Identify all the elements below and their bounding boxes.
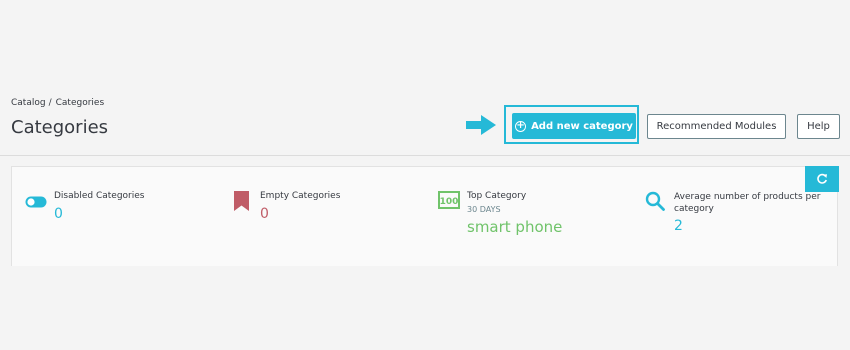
refresh-button[interactable] [805,166,839,192]
breadcrumb-item-categories: Categories [55,98,105,108]
recommended-modules-button[interactable]: Recommended Modules [647,114,786,139]
help-label: Help [807,121,830,132]
add-new-category-button[interactable]: + Add new category [512,113,636,139]
refresh-icon [817,173,827,184]
page-title: Categories [11,117,109,138]
kpi-disabled-label: Disabled Categories [54,191,145,201]
badge-100-icon: 100 [438,191,460,209]
help-button[interactable]: Help [797,114,840,139]
breadcrumb-separator: / [48,98,52,108]
page-header: Catalog / Categories Categories + Add new … [0,0,850,156]
kpi-empty-value: 0 [260,206,269,222]
recommended-modules-label: Recommended Modules [656,121,777,132]
plus-circle-icon: + [515,120,527,132]
breadcrumb-item-catalog[interactable]: Catalog [11,98,46,108]
kpi-empty-label: Empty Categories [260,191,341,201]
toggle-icon [25,196,47,208]
bookmark-icon [234,191,249,211]
search-icon [645,191,665,211]
kpi-disabled-value: 0 [54,206,63,222]
breadcrumb: Catalog / Categories [11,98,104,108]
kpi-top-value[interactable]: smart phone [467,218,562,236]
kpi-top-label: Top Category [467,191,527,201]
badge-100-text: 100 [440,197,459,207]
kpi-average-value: 2 [674,218,683,234]
kpi-panel [11,166,838,266]
kpi-average-label: Average number of products per category [674,192,821,214]
arrow-right-icon [466,115,496,135]
add-new-category-label: Add new category [531,120,633,132]
kpi-top-period: 30 DAYS [467,205,501,214]
